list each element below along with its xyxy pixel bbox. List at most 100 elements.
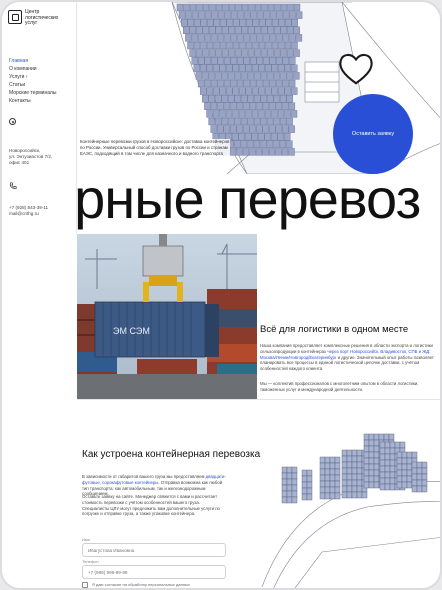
deck-container bbox=[247, 72, 255, 80]
deck-container bbox=[265, 64, 272, 72]
consent-label: Я даю согласие на обработку персональных… bbox=[92, 582, 190, 587]
stack-container bbox=[373, 457, 380, 465]
deck-container bbox=[291, 87, 298, 95]
deck-container bbox=[191, 11, 199, 19]
stack-container bbox=[324, 480, 331, 488]
nav-item-terminals[interactable]: Морские терминалы bbox=[9, 89, 57, 97]
name-input[interactable] bbox=[82, 543, 226, 557]
nav-item-home[interactable]: Главная bbox=[9, 57, 57, 65]
consent-checkbox[interactable] bbox=[82, 582, 88, 588]
deck-container bbox=[282, 57, 289, 65]
deck-container bbox=[284, 41, 292, 50]
nav-item-about[interactable]: О компании bbox=[9, 65, 57, 73]
phone-input[interactable] bbox=[82, 565, 226, 579]
deck-container bbox=[189, 26, 196, 34]
deck-container bbox=[234, 49, 242, 57]
stack-container bbox=[379, 459, 386, 467]
port-photo: ЭМ СЭМ bbox=[77, 234, 257, 399]
stack-container bbox=[341, 449, 348, 457]
stack-container bbox=[346, 461, 353, 469]
logo-mark-icon bbox=[8, 10, 22, 24]
stack-container bbox=[356, 467, 363, 475]
email-link[interactable]: mail@cnthg.ru bbox=[9, 211, 48, 217]
deck-container bbox=[236, 102, 244, 110]
deck-container bbox=[260, 49, 268, 57]
ship-deck-illustration bbox=[261, 433, 440, 588]
submit-request-button[interactable]: Оставить заявку bbox=[333, 94, 413, 174]
stack-container bbox=[329, 486, 336, 494]
deck-container bbox=[193, 64, 200, 72]
deck-container bbox=[293, 3, 301, 12]
stack-container bbox=[363, 445, 370, 453]
deck-container bbox=[183, 3, 190, 12]
stack-container bbox=[389, 483, 396, 491]
nav-item-contacts[interactable]: Контакты bbox=[9, 97, 57, 105]
stack-container bbox=[389, 441, 396, 449]
stack-container bbox=[341, 473, 348, 481]
deck-container bbox=[230, 125, 237, 133]
deck-container bbox=[274, 26, 281, 34]
deck-container bbox=[256, 57, 263, 65]
logo[interactable]: Центр логистических услуг bbox=[8, 9, 69, 27]
deck-container bbox=[254, 3, 262, 12]
deck-container bbox=[247, 117, 254, 126]
stack-container bbox=[329, 474, 336, 482]
deck-container bbox=[273, 72, 281, 80]
deck-container bbox=[202, 26, 209, 34]
deck-container bbox=[284, 110, 291, 118]
deck-container bbox=[198, 57, 205, 65]
name-field-label: Имя bbox=[82, 537, 90, 542]
deck-container bbox=[249, 125, 256, 133]
stack-container bbox=[379, 471, 386, 479]
how-it-works-heading: Как устроена контейнерная перевозка bbox=[82, 449, 261, 460]
stack-container bbox=[356, 449, 363, 457]
nav-item-services[interactable]: Услуги › bbox=[9, 73, 57, 81]
deck-container bbox=[267, 95, 274, 103]
heart-icon[interactable] bbox=[337, 50, 375, 88]
stack-container bbox=[421, 461, 428, 469]
stack-container bbox=[373, 451, 380, 459]
stack-container bbox=[383, 433, 390, 441]
stack-container bbox=[406, 457, 413, 465]
stack-container bbox=[346, 485, 353, 493]
deck-container bbox=[232, 41, 240, 50]
deck-container bbox=[210, 79, 218, 88]
stack-container bbox=[356, 485, 363, 493]
deck-container bbox=[189, 49, 196, 57]
deck-container bbox=[239, 87, 246, 95]
deck-container bbox=[289, 57, 296, 65]
deck-container bbox=[219, 64, 226, 72]
deck-container bbox=[293, 26, 300, 34]
stack-container bbox=[361, 491, 368, 499]
nav-item-articles[interactable]: Статьи bbox=[9, 81, 57, 89]
stack-container bbox=[286, 496, 293, 504]
deck-container bbox=[271, 64, 278, 72]
deck-container bbox=[286, 95, 293, 103]
deck-container bbox=[215, 49, 222, 57]
stack-container bbox=[281, 466, 288, 474]
deck-container bbox=[210, 125, 217, 133]
stack-container bbox=[306, 475, 313, 483]
deck-container bbox=[278, 64, 285, 72]
stack-container bbox=[363, 451, 370, 459]
stack-container bbox=[384, 453, 391, 461]
stack-container bbox=[406, 451, 413, 459]
deck-container bbox=[249, 79, 257, 88]
hero-headline: ерные перевоз bbox=[44, 174, 421, 230]
stack-container bbox=[401, 469, 408, 477]
deck-container bbox=[223, 102, 231, 110]
stack-container bbox=[379, 483, 386, 491]
deck-container bbox=[267, 49, 274, 57]
deck-container bbox=[245, 64, 252, 72]
stack-container bbox=[351, 485, 358, 493]
deck-container bbox=[217, 11, 225, 19]
deck-container bbox=[232, 133, 239, 141]
deck-container bbox=[195, 49, 203, 57]
deck-container bbox=[219, 87, 226, 95]
deck-container bbox=[255, 148, 263, 156]
deck-container bbox=[241, 3, 249, 12]
address-line: офис 401 bbox=[9, 160, 30, 165]
deck-container bbox=[245, 87, 252, 95]
stack-container bbox=[281, 472, 288, 480]
stack-container bbox=[291, 484, 298, 492]
